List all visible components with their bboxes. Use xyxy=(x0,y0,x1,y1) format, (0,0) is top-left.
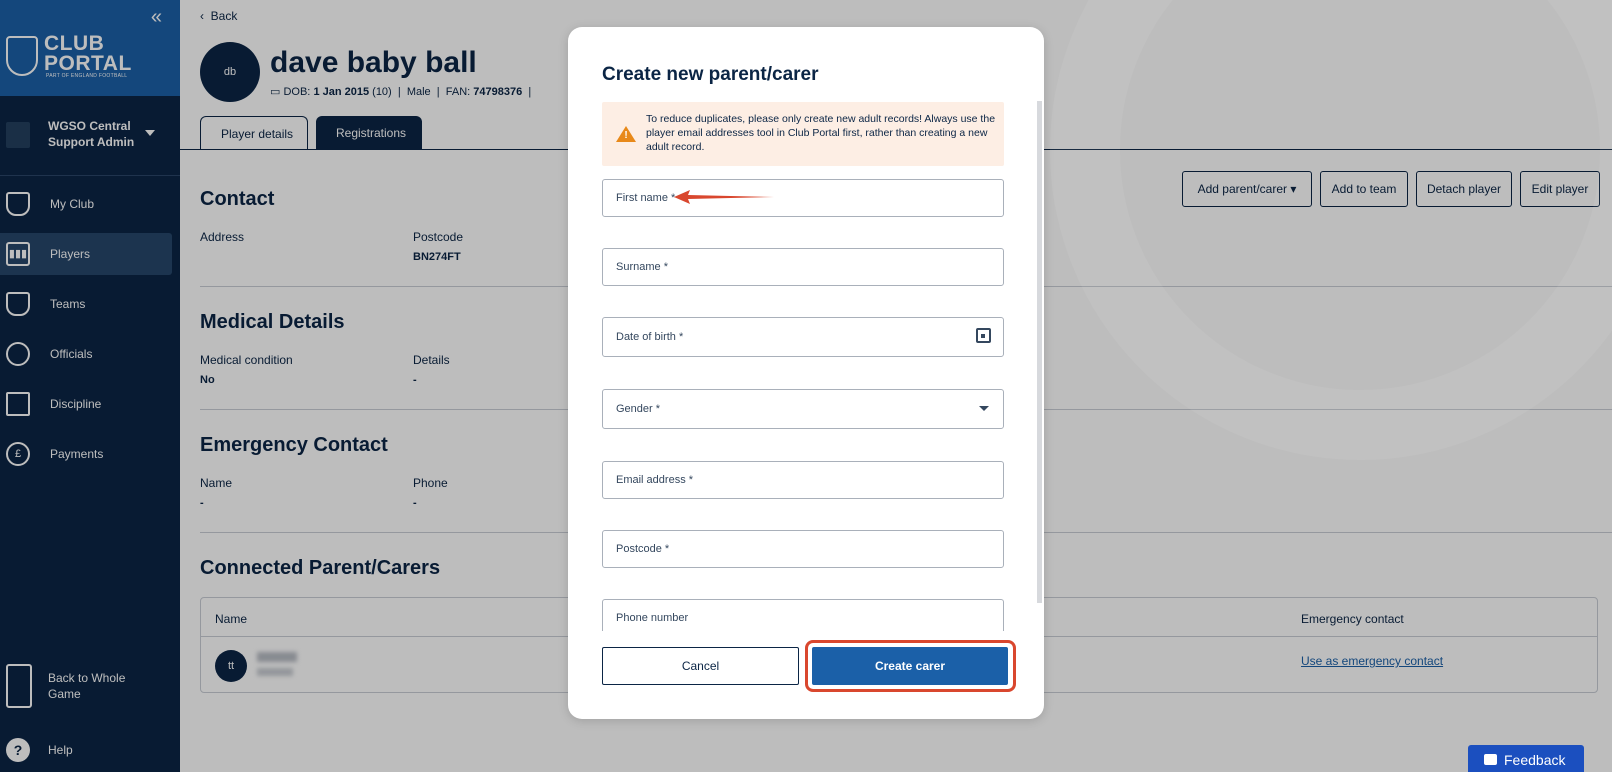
date-of-birth-field[interactable]: Date of birth * xyxy=(602,317,1004,357)
duplicate-warning: ! To reduce duplicates, please only crea… xyxy=(602,102,1004,166)
email-field[interactable]: Email address * xyxy=(602,461,1004,499)
feedback-button[interactable]: Feedback xyxy=(1468,745,1584,772)
first-name-placeholder: First name * xyxy=(616,192,676,204)
modal-title: Create new parent/carer xyxy=(602,64,819,85)
phone-number-field[interactable]: Phone number xyxy=(602,599,1004,631)
modal-scrollbar[interactable] xyxy=(1037,101,1042,603)
calendar-icon[interactable] xyxy=(976,328,991,343)
gender-select[interactable]: Gender * xyxy=(602,389,1004,429)
warning-text: To reduce duplicates, please only create… xyxy=(646,113,996,153)
create-parent-carer-modal: Create new parent/carer ! To reduce dupl… xyxy=(568,27,1044,719)
chat-icon xyxy=(1484,754,1497,765)
surname-field[interactable]: Surname * xyxy=(602,248,1004,286)
first-name-field[interactable]: First name * xyxy=(602,179,1004,217)
phone-placeholder: Phone number xyxy=(616,612,689,624)
surname-placeholder: Surname * xyxy=(616,261,668,273)
warning-exclamation-icon: ! xyxy=(624,130,628,141)
dob-placeholder: Date of birth * xyxy=(616,331,684,343)
chevron-down-icon xyxy=(979,406,989,411)
annotation-arrow-icon xyxy=(674,190,774,204)
email-placeholder: Email address * xyxy=(616,474,694,486)
background-decoration xyxy=(1050,0,1612,460)
feedback-label: Feedback xyxy=(1504,752,1566,768)
postcode-placeholder: Postcode * xyxy=(616,543,670,555)
cancel-button[interactable]: Cancel xyxy=(602,647,799,685)
postcode-field[interactable]: Postcode * xyxy=(602,530,1004,568)
annotation-highlight xyxy=(805,640,1016,692)
gender-placeholder: Gender * xyxy=(616,403,661,415)
